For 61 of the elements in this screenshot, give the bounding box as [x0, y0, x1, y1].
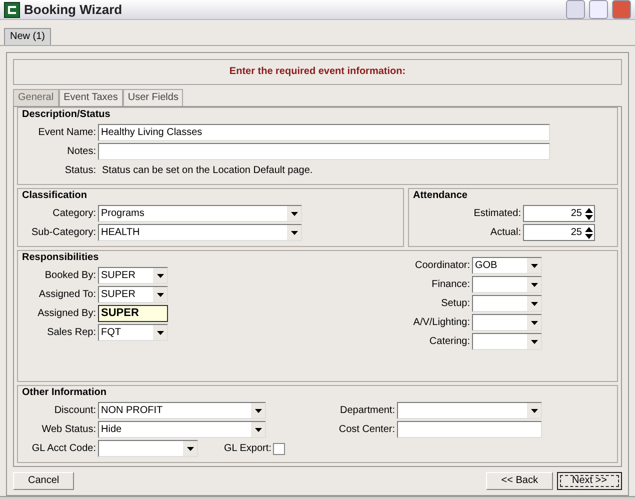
- instruction-banner: Enter the required event information:: [13, 59, 622, 85]
- field-label: Cost Center:: [338, 424, 395, 436]
- back-button[interactable]: << Back: [486, 472, 553, 490]
- dropdown-field[interactable]: [472, 295, 542, 312]
- dropdown-field[interactable]: Programs: [98, 205, 302, 222]
- field-label: Event Name:: [37, 126, 96, 138]
- field-label: Estimated:: [472, 208, 521, 220]
- field-label: Assigned By:: [36, 308, 96, 320]
- field-label: Catering:: [428, 336, 470, 348]
- dropdown-field[interactable]: HEALTH: [98, 224, 302, 241]
- document-tab[interactable]: New (1): [4, 28, 52, 45]
- dropdown-field[interactable]: [472, 314, 542, 331]
- field-label: Setup:: [440, 298, 470, 310]
- field-label: Notes:: [66, 146, 96, 158]
- cancel-button[interactable]: Cancel: [13, 472, 74, 490]
- next-button[interactable]: Next >>: [556, 472, 622, 490]
- field-label: Status:: [64, 164, 96, 176]
- field-label: Booked By:: [44, 270, 96, 282]
- tab[interactable]: User Fields: [122, 89, 184, 106]
- status-message: Status can be set on the Location Default page.: [102, 164, 313, 176]
- checkbox[interactable]: [273, 442, 286, 454]
- dropdown-field[interactable]: GOB: [472, 257, 542, 274]
- field-label: Finance:: [430, 278, 470, 290]
- spin-arrows-icon[interactable]: [585, 208, 593, 220]
- group-title: Description/Status: [22, 109, 112, 121]
- field-label: A/V/Lighting:: [412, 316, 470, 328]
- field-label: GL Acct Code:: [30, 442, 96, 454]
- group-title: Attendance: [413, 190, 468, 202]
- group-title: Classification: [22, 190, 88, 202]
- dropdown-field[interactable]: [98, 440, 198, 457]
- dropdown-field[interactable]: Hide: [98, 421, 266, 438]
- input-field[interactable]: SUPER: [98, 305, 168, 322]
- field-label: Assigned To:: [38, 288, 96, 300]
- field-label: Coordinator:: [414, 260, 470, 272]
- app-icon: [4, 2, 20, 18]
- window-title: Booking Wizard: [24, 2, 122, 18]
- dropdown-field[interactable]: SUPER: [98, 286, 168, 303]
- field-label: Web Status:: [40, 424, 96, 436]
- field-label: Sales Rep:: [46, 326, 96, 338]
- dropdown-field[interactable]: [472, 276, 542, 293]
- field-label: Sub-Category:: [30, 226, 96, 238]
- dropdown-field[interactable]: FQT: [98, 324, 168, 341]
- group-title: Responsibilities: [22, 252, 100, 264]
- number-spinner[interactable]: 25: [523, 205, 595, 222]
- tab[interactable]: Event Taxes: [58, 89, 123, 106]
- dropdown-field[interactable]: SUPER: [98, 267, 168, 284]
- field-label: Actual:: [489, 226, 521, 238]
- dropdown-field[interactable]: [472, 333, 542, 350]
- input-field[interactable]: Healthy Living Classes: [98, 124, 550, 141]
- dropdown-field[interactable]: [397, 402, 542, 419]
- dropdown-field[interactable]: NON PROFIT: [98, 402, 266, 419]
- number-spinner[interactable]: 25: [523, 224, 595, 241]
- input-field[interactable]: [397, 421, 542, 438]
- group-title: Other Information: [22, 387, 108, 399]
- field-label: Category:: [52, 208, 96, 220]
- input-field[interactable]: [98, 143, 550, 160]
- spin-arrows-icon[interactable]: [585, 226, 593, 238]
- field-label: Discount:: [53, 404, 96, 416]
- tab[interactable]: General: [13, 89, 59, 106]
- field-label: Department:: [338, 404, 395, 416]
- field-label: GL Export:: [224, 442, 272, 454]
